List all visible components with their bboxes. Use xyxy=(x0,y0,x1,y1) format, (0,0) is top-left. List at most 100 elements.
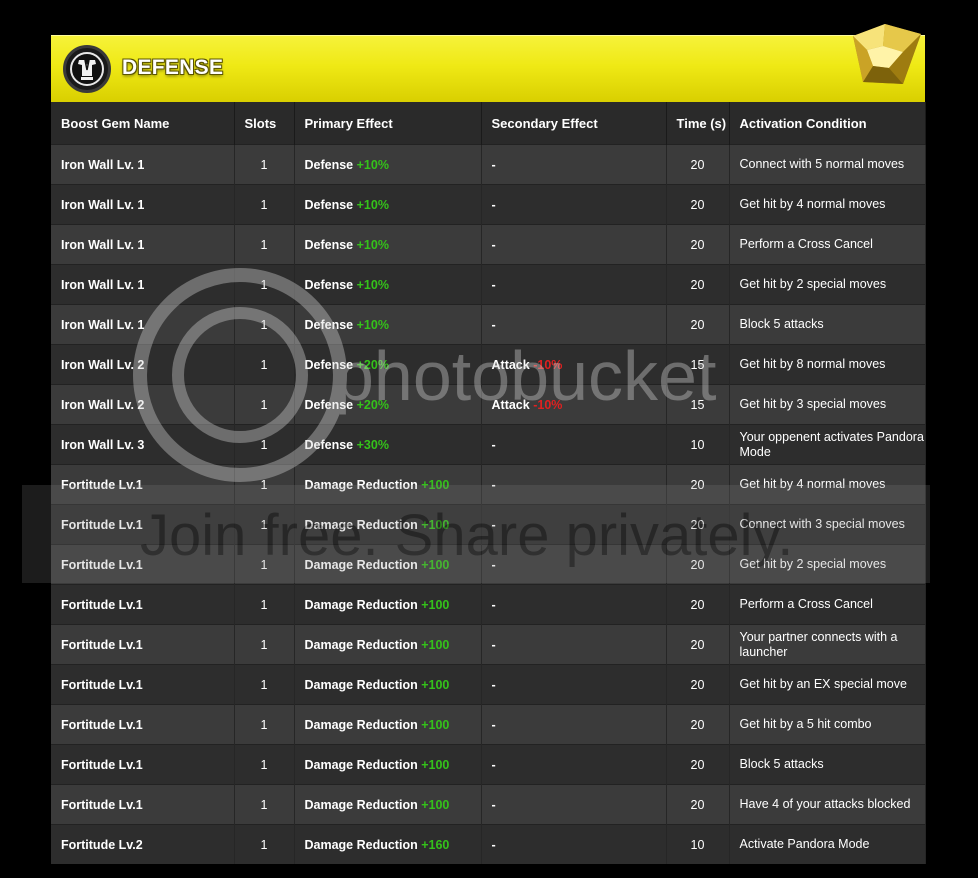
primary-effect-label: Defense xyxy=(304,317,354,332)
time-cell: 20 xyxy=(666,464,730,505)
activation-condition-cell: Get hit by 8 normal moves xyxy=(729,344,926,385)
secondary-effect-cell: - xyxy=(481,584,667,625)
activation-condition-cell: Your partner connects with a launcher xyxy=(729,624,926,665)
primary-effect-label: Damage Reduction xyxy=(304,597,418,612)
activation-condition-cell: Get hit by 4 normal moves xyxy=(729,464,926,505)
activation-condition-cell: Get hit by a 5 hit combo xyxy=(729,704,926,745)
primary-effect-label: Defense xyxy=(304,397,354,412)
time-cell: 20 xyxy=(666,544,730,585)
header-secondary-effect: Secondary Effect xyxy=(481,102,667,145)
secondary-effect-label: - xyxy=(491,677,496,692)
secondary-effect-bonus: -10% xyxy=(533,397,563,412)
table-row: Fortitude Lv.1 1 Damage Reduction +100- 20… xyxy=(51,544,926,585)
section-banner: DEFENSE xyxy=(51,24,925,102)
time-cell: 15 xyxy=(666,384,730,425)
header-slots: Slots xyxy=(234,102,295,145)
table-row: Iron Wall Lv. 1 1 Defense +10% - 20 Perform … xyxy=(51,224,926,265)
gem-name-cell: Fortitude Lv.1 xyxy=(51,744,235,785)
gem-name-cell: Iron Wall Lv. 2 xyxy=(51,344,235,385)
activation-condition-cell: Get hit by 2 special moves xyxy=(729,264,926,305)
secondary-effect-label: - xyxy=(491,477,496,492)
activation-condition-cell: Block 5 attacks xyxy=(729,744,926,785)
secondary-effect-label: - xyxy=(491,797,496,812)
activation-condition-cell: Connect with 5 normal moves xyxy=(729,144,926,185)
slots-cell: 1 xyxy=(234,264,295,305)
secondary-effect-label: - xyxy=(491,597,496,612)
primary-effect-cell: Defense +20% xyxy=(294,344,482,385)
header-primary-effect: Primary Effect xyxy=(294,102,482,145)
primary-effect-label: Damage Reduction xyxy=(304,757,418,772)
primary-effect-label: Damage Reduction xyxy=(304,717,418,732)
slots-cell: 1 xyxy=(234,224,295,265)
table-row: Iron Wall Lv. 1 1 Defense +10% - 20 Connect … xyxy=(51,144,926,185)
secondary-effect-cell: - xyxy=(481,464,667,505)
table-row: Fortitude Lv.1 1 Damage Reduction +100- 20… xyxy=(51,664,926,705)
boost-gem-table: Boost Gem Name Slots Primary Effect Seco… xyxy=(51,102,926,864)
primary-effect-bonus: +100 xyxy=(421,717,450,732)
table-row: Iron Wall Lv. 2 1 Defense +20% Attack -10% 1… xyxy=(51,344,926,385)
secondary-effect-label: Attack xyxy=(491,357,530,372)
gem-name-cell: Fortitude Lv.1 xyxy=(51,624,235,665)
table-row: Fortitude Lv.1 1 Damage Reduction +100- 20… xyxy=(51,584,926,625)
gem-name-cell: Iron Wall Lv. 1 xyxy=(51,144,235,185)
table-row: Iron Wall Lv. 1 1 Defense +10% - 20 Block 5 … xyxy=(51,304,926,345)
gem-name-cell: Iron Wall Lv. 1 xyxy=(51,224,235,265)
slots-cell: 1 xyxy=(234,624,295,665)
secondary-effect-label: - xyxy=(491,317,496,332)
secondary-effect-cell: Attack -10% xyxy=(481,344,667,385)
primary-effect-cell: Defense +10% xyxy=(294,184,482,225)
slots-cell: 1 xyxy=(234,184,295,225)
primary-effect-cell: Damage Reduction +100 xyxy=(294,744,482,785)
secondary-effect-bonus: -10% xyxy=(533,357,563,372)
primary-effect-label: Damage Reduction xyxy=(304,677,418,692)
time-cell: 20 xyxy=(666,144,730,185)
gem-name-cell: Iron Wall Lv. 1 xyxy=(51,184,235,225)
gem-name-cell: Fortitude Lv.1 xyxy=(51,504,235,545)
time-cell: 15 xyxy=(666,344,730,385)
secondary-effect-label: - xyxy=(491,157,496,172)
gem-name-cell: Iron Wall Lv. 1 xyxy=(51,264,235,305)
primary-effect-bonus: +100 xyxy=(421,477,450,492)
time-cell: 20 xyxy=(666,504,730,545)
header-gem-name: Boost Gem Name xyxy=(51,102,235,145)
table-row: Fortitude Lv.1 1 Damage Reduction +100- 20… xyxy=(51,704,926,745)
activation-condition-cell: Have 4 of your attacks blocked xyxy=(729,784,926,825)
slots-cell: 1 xyxy=(234,304,295,345)
primary-effect-bonus: +100 xyxy=(421,637,450,652)
secondary-effect-cell: - xyxy=(481,664,667,705)
table-row: Fortitude Lv.2 1 Damage Reduction +160- 10… xyxy=(51,824,926,864)
primary-effect-cell: Defense +10% xyxy=(294,144,482,185)
activation-condition-cell: Perform a Cross Cancel xyxy=(729,224,926,265)
primary-effect-label: Defense xyxy=(304,277,354,292)
primary-effect-cell: Damage Reduction +100 xyxy=(294,624,482,665)
primary-effect-cell: Damage Reduction +160 xyxy=(294,824,482,864)
primary-effect-label: Defense xyxy=(304,157,354,172)
time-cell: 20 xyxy=(666,184,730,225)
slots-cell: 1 xyxy=(234,744,295,785)
slots-cell: 1 xyxy=(234,344,295,385)
primary-effect-label: Damage Reduction xyxy=(304,477,418,492)
table-row: Iron Wall Lv. 1 1 Defense +10% - 20 Get hit … xyxy=(51,184,926,225)
secondary-effect-label: - xyxy=(491,757,496,772)
time-cell: 20 xyxy=(666,624,730,665)
secondary-effect-label: - xyxy=(491,237,496,252)
gem-name-cell: Fortitude Lv.1 xyxy=(51,464,235,505)
secondary-effect-cell: Attack -10% xyxy=(481,384,667,425)
primary-effect-bonus: +100 xyxy=(421,677,450,692)
table-row: Fortitude Lv.1 1 Damage Reduction +100- 20… xyxy=(51,504,926,545)
primary-effect-label: Defense xyxy=(304,357,354,372)
secondary-effect-label: - xyxy=(491,277,496,292)
primary-effect-cell: Damage Reduction +100 xyxy=(294,784,482,825)
activation-condition-cell: Your oppenent activates Pandora Mode xyxy=(729,424,926,465)
primary-effect-label: Defense xyxy=(304,237,354,252)
activation-condition-cell: Get hit by 4 normal moves xyxy=(729,184,926,225)
primary-effect-bonus: +10% xyxy=(356,197,389,212)
primary-effect-cell: Damage Reduction +100 xyxy=(294,544,482,585)
gem-name-cell: Iron Wall Lv. 3 xyxy=(51,424,235,465)
defense-panel: DEFENSE Boost Gem Name Slots Primary Eff… xyxy=(51,24,926,864)
primary-effect-bonus: +100 xyxy=(421,557,450,572)
gem-name-cell: Fortitude Lv.1 xyxy=(51,664,235,705)
secondary-effect-cell: - xyxy=(481,424,667,465)
gi-emblem-icon xyxy=(63,45,111,93)
secondary-effect-label: - xyxy=(491,557,496,572)
